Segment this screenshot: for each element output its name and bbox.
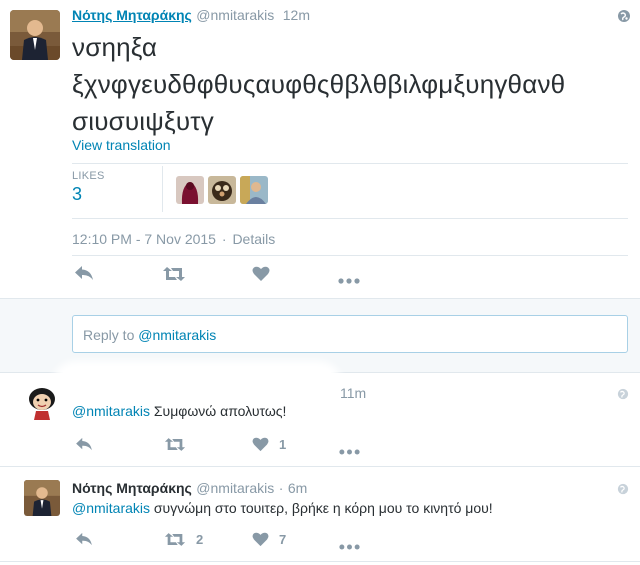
reply-placeholder-prefix: Reply to xyxy=(83,327,139,343)
reply-icon[interactable] xyxy=(74,265,94,286)
timestamp-separator: · xyxy=(221,231,227,247)
divider xyxy=(0,466,640,467)
tweet-header: Νότης Μηταράκης @nmitarakis 12m xyxy=(72,7,310,25)
retweet-icon[interactable] xyxy=(164,437,186,457)
author-avatar[interactable] xyxy=(10,10,60,60)
tweet-timestamp: 12:10 PM - 7 Nov 2015 xyxy=(72,231,216,247)
like-count[interactable]: 7 xyxy=(279,532,286,547)
liker-avatar[interactable] xyxy=(208,176,236,204)
view-translation-link[interactable]: View translation xyxy=(72,137,171,153)
author-name[interactable]: Νότης Μηταράκης xyxy=(72,7,192,23)
retweet-count[interactable]: 2 xyxy=(196,532,203,547)
reply-mention[interactable]: @nmitarakis xyxy=(72,403,150,419)
tweet-text-line: νσηηξα xyxy=(72,32,158,62)
reply-text: @nmitarakis συγνώμη στο τουιτερ, βρήκε η… xyxy=(72,500,493,516)
likes-count[interactable]: 3 xyxy=(72,184,82,205)
reply-text: @nmitarakis Συμφωνώ απολυτως! xyxy=(72,403,286,419)
liker-avatar[interactable] xyxy=(240,176,268,204)
like-count[interactable]: 1 xyxy=(279,437,286,452)
tweet-age[interactable]: 12m xyxy=(283,7,310,23)
heart-icon[interactable] xyxy=(252,266,270,287)
globe-icon xyxy=(617,9,631,23)
reply-header: Νότης Μηταράκης @nmitarakis · 6m xyxy=(72,480,307,498)
tweet-timestamp-row: 12:10 PM - 7 Nov 2015 · Details xyxy=(72,231,275,247)
globe-icon xyxy=(617,482,629,495)
reply-avatar[interactable] xyxy=(24,480,60,516)
heart-icon[interactable] xyxy=(252,532,269,552)
reply-placeholder-handle: @nmitarakis xyxy=(138,327,217,343)
tweet-text: νσηηξα ξχνφγευδθφθυςαυφθςθβλθβιλφμξυηγθα… xyxy=(72,29,632,140)
tweet-text-line: ξχνφγευδθφθυςαυφθςθβλθβιλφμξυηγθανθ xyxy=(72,69,566,99)
reply-separator: · xyxy=(278,480,284,496)
divider xyxy=(0,298,640,299)
divider xyxy=(72,218,628,219)
retweet-icon[interactable] xyxy=(162,266,186,287)
reply-icon[interactable] xyxy=(75,437,93,456)
reply-avatar[interactable] xyxy=(24,384,60,420)
divider xyxy=(72,163,628,164)
author-name[interactable]: Νότης Μηταράκης xyxy=(72,480,192,496)
reply-age[interactable]: 11m xyxy=(340,385,366,401)
tweet-text-line: σιυσυιψξυτγ xyxy=(72,106,214,136)
reply-input[interactable]: Reply to @nmitarakis xyxy=(72,315,628,353)
redaction-blur xyxy=(58,367,336,405)
heart-icon[interactable] xyxy=(252,437,269,457)
likes-label: LIKES xyxy=(72,170,105,182)
reply-body: συγνώμη στο τουιτερ, βρήκε η κόρη μου το… xyxy=(150,500,493,516)
reply-body: Συμφωνώ απολυτως! xyxy=(150,403,287,419)
details-link[interactable]: Details xyxy=(232,231,275,247)
more-icon[interactable] xyxy=(339,537,360,555)
author-handle[interactable]: @nmitarakis xyxy=(196,480,274,496)
more-icon[interactable] xyxy=(338,271,360,289)
retweet-icon[interactable] xyxy=(164,532,186,552)
more-icon[interactable] xyxy=(339,442,360,460)
reply-icon[interactable] xyxy=(75,532,93,551)
reply-age[interactable]: 6m xyxy=(288,480,307,496)
liker-avatar[interactable] xyxy=(176,176,204,204)
reply-mention[interactable]: @nmitarakis xyxy=(72,500,150,516)
divider xyxy=(0,561,640,562)
author-handle[interactable]: @nmitarakis xyxy=(196,7,274,23)
globe-icon xyxy=(617,387,629,400)
likes-separator xyxy=(162,166,163,212)
divider xyxy=(72,255,628,256)
